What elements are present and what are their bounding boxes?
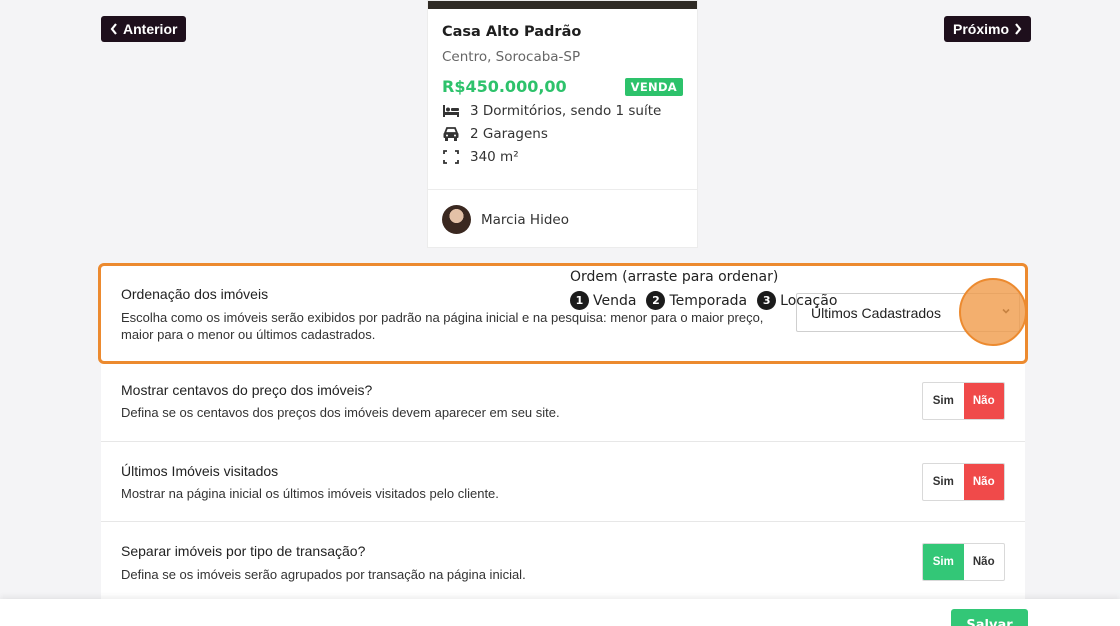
setting-description: Defina se os imóveis serão agrupados por… <box>121 567 526 582</box>
setting-description: Mostrar na página inicial os últimos imó… <box>121 486 499 501</box>
save-button-label: Salvar <box>966 618 1013 626</box>
recent-toggle[interactable]: Sim Não <box>922 463 1005 501</box>
setting-title: Separar imóveis por tipo de transação? <box>121 543 366 559</box>
car-icon <box>443 127 459 141</box>
footer-bar: Salvar <box>0 599 1120 626</box>
property-title: Casa Alto Padrão <box>442 24 582 40</box>
ordering-highlight-frame <box>98 263 1028 364</box>
previous-button[interactable]: Anterior <box>101 16 187 42</box>
separate-toggle[interactable]: Sim Não <box>922 543 1005 581</box>
toggle-yes-button[interactable]: Sim <box>923 544 964 580</box>
avatar <box>442 205 471 234</box>
toggle-no-button[interactable]: Não <box>963 383 1004 419</box>
property-price: R$450.000,00 <box>442 77 567 96</box>
setting-separate-transaction: Separar imóveis por tipo de transação? D… <box>101 522 1025 605</box>
setting-recent-visited: Últimos Imóveis visitados Mostrar na pág… <box>101 442 1025 522</box>
bed-icon <box>443 105 459 117</box>
feature-text: 340 m² <box>470 149 519 165</box>
feature-garages: 2 Garagens <box>442 126 683 142</box>
setting-title: Mostrar centavos do preço dos imóveis? <box>121 382 373 398</box>
previous-button-label: Anterior <box>123 21 178 37</box>
property-card[interactable]: Casa Alto Padrão Centro, Sorocaba-SP R$4… <box>427 0 698 248</box>
save-button[interactable]: Salvar <box>951 609 1028 626</box>
chevron-right-icon <box>1015 23 1022 35</box>
agent-info[interactable]: Marcia Hideo <box>428 189 697 249</box>
transaction-badge: VENDA <box>624 77 683 96</box>
cents-toggle[interactable]: Sim Não <box>922 382 1005 420</box>
agent-name: Marcia Hideo <box>481 211 569 228</box>
area-icon <box>443 150 459 164</box>
next-button-label: Próximo <box>953 21 1010 37</box>
toggle-yes-button[interactable]: Sim <box>923 464 964 500</box>
property-location: Centro, Sorocaba-SP <box>442 49 581 65</box>
next-button[interactable]: Próximo <box>944 16 1032 42</box>
property-photo <box>428 1 697 9</box>
setting-cents: Mostrar centavos do preço dos imóveis? D… <box>101 363 1025 442</box>
toggle-no-button[interactable]: Não <box>964 544 1005 580</box>
setting-description: Defina se os centavos dos preços dos imó… <box>121 405 560 420</box>
feature-text: 2 Garagens <box>470 126 548 142</box>
setting-title: Últimos Imóveis visitados <box>121 463 279 479</box>
toggle-yes-button[interactable]: Sim <box>923 383 964 419</box>
feature-bedrooms: 3 Dormitórios, sendo 1 suíte <box>442 103 683 119</box>
toggle-no-button[interactable]: Não <box>963 464 1004 500</box>
feature-text: 3 Dormitórios, sendo 1 suíte <box>470 103 662 119</box>
feature-area: 340 m² <box>442 149 683 165</box>
chevron-left-icon <box>110 23 117 35</box>
